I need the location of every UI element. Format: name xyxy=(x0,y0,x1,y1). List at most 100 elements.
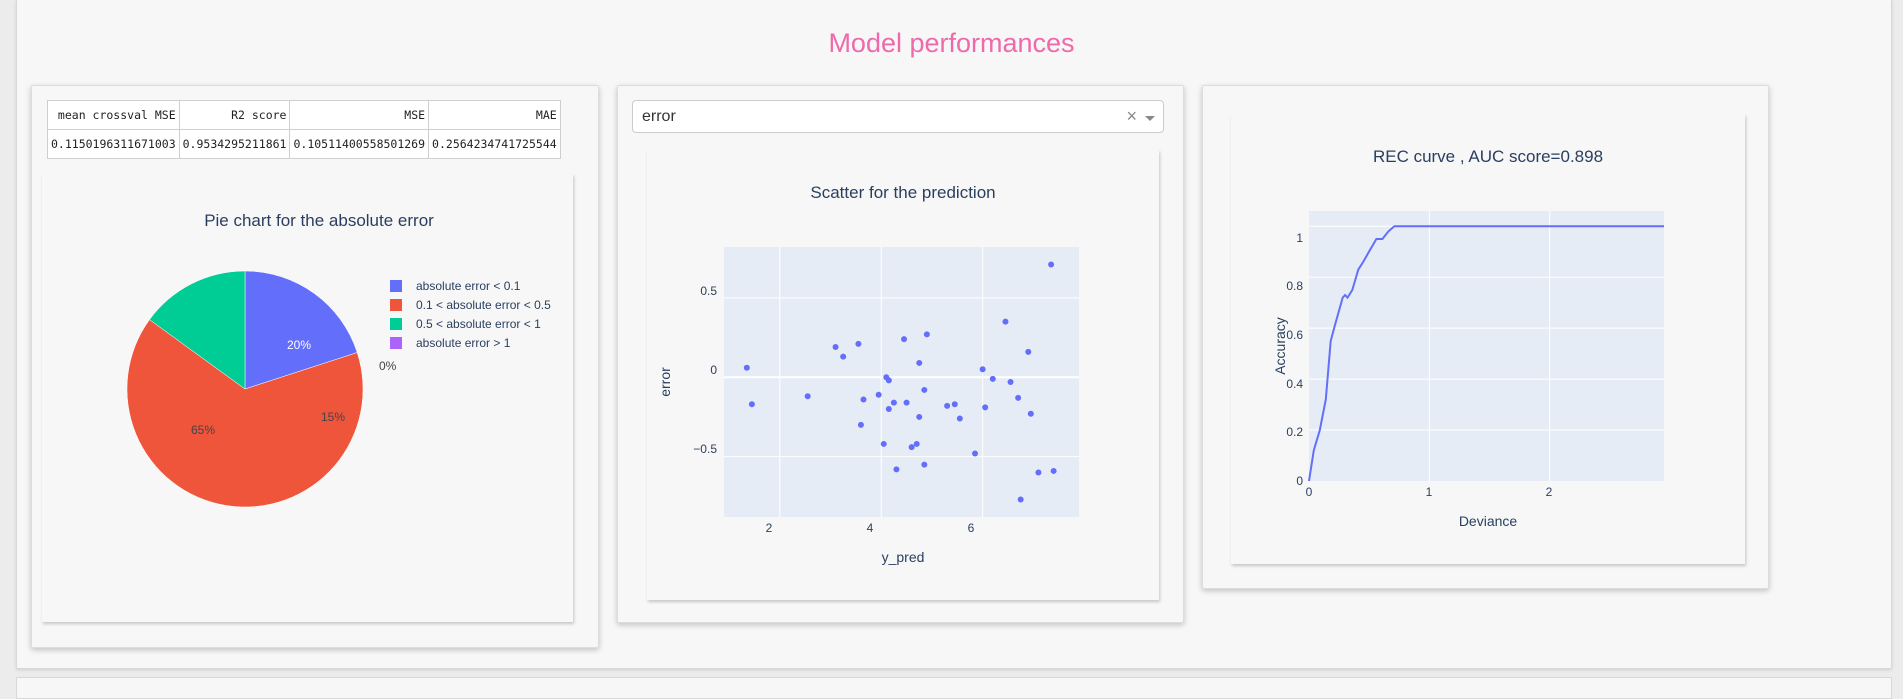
rec-plot-area xyxy=(1309,211,1664,481)
scatter-y-axis-title: error xyxy=(657,367,673,397)
legend-label-3: 0.5 < absolute error < 1 xyxy=(416,317,541,331)
chevron-down-icon[interactable] xyxy=(1145,116,1155,121)
dropdown-value: error xyxy=(642,108,676,125)
scatter-point[interactable] xyxy=(875,391,882,398)
cell-mae: 0.2564234741725544 xyxy=(428,129,561,159)
y-tick-label: 0.6 xyxy=(1286,328,1303,342)
scatter-point[interactable] xyxy=(860,396,867,403)
legend-swatch-3 xyxy=(390,318,402,330)
y-tick-label: 0.2 xyxy=(1286,425,1303,439)
metrics-table: mean crossval MSE R2 score MSE MAE 0.115… xyxy=(47,100,561,159)
page-title: Model performances xyxy=(828,28,1075,58)
scatter-point[interactable] xyxy=(982,404,989,411)
header-r2-score: R2 score xyxy=(178,100,291,130)
y-tick-label: 0 xyxy=(1296,474,1303,488)
y-tick-label: 0.8 xyxy=(1286,279,1303,293)
scatter-point[interactable] xyxy=(855,340,862,347)
scatter-point[interactable] xyxy=(1017,496,1024,503)
clear-icon[interactable]: × xyxy=(1126,106,1137,127)
scatter-point[interactable] xyxy=(1050,467,1057,474)
scatter-point[interactable] xyxy=(743,364,750,371)
y-tick-label: 0 xyxy=(710,363,717,377)
cell-r2-score: 0.9534295211861 xyxy=(178,129,291,159)
scatter-card: error × Scatter for the prediction 2 4 6… xyxy=(617,85,1184,623)
y-tick-label: 1 xyxy=(1296,231,1303,245)
scatter-point[interactable] xyxy=(890,399,897,406)
scatter-graph: Scatter for the prediction 2 4 6 0.5 0 −… xyxy=(647,150,1159,600)
rec-title: REC curve , AUC score=0.898 xyxy=(1373,147,1603,166)
slice-label-1: 20% xyxy=(287,338,311,352)
scatter-point[interactable] xyxy=(748,401,755,408)
variable-dropdown[interactable]: error × xyxy=(632,100,1164,133)
y-tick-label: 0.5 xyxy=(700,284,717,298)
scatter-point[interactable] xyxy=(913,440,920,447)
scatter-point[interactable] xyxy=(1002,318,1009,325)
scatter-point[interactable] xyxy=(979,366,986,373)
header-mae: MAE xyxy=(428,100,561,130)
cell-mean-crossval-mse: 0.1150196311671003 xyxy=(47,129,180,159)
rec-y-axis-title: Accuracy xyxy=(1272,317,1288,375)
pie-card: mean crossval MSE R2 score MSE MAE 0.115… xyxy=(31,85,599,648)
next-section-container xyxy=(16,677,1892,699)
x-tick-label: 2 xyxy=(766,521,773,535)
scatter-point[interactable] xyxy=(951,401,958,408)
scatter-point[interactable] xyxy=(885,377,892,384)
pie-legend[interactable]: absolute error < 0.1 0.1 < absolute erro… xyxy=(390,279,551,350)
pie-graph: Pie chart for the absolute error 20% 65%… xyxy=(42,174,573,622)
rec-card: REC curve , AUC score=0.898 0 1 2 0 0.2 … xyxy=(1202,85,1769,589)
scatter-x-axis-title: y_pred xyxy=(882,549,925,565)
scatter-point[interactable] xyxy=(908,444,915,451)
legend-label-4: absolute error > 1 xyxy=(416,336,511,350)
scatter-point[interactable] xyxy=(1025,348,1032,355)
slice-label-3: 15% xyxy=(321,410,345,424)
scatter-point[interactable] xyxy=(1048,261,1055,268)
scatter-point[interactable] xyxy=(944,402,951,409)
scatter-point[interactable] xyxy=(923,331,930,338)
legend-swatch-1 xyxy=(390,280,402,292)
pie-slices xyxy=(126,270,364,508)
scatter-point[interactable] xyxy=(989,375,996,382)
scatter-point[interactable] xyxy=(901,336,908,343)
rec-x-axis-title: Deviance xyxy=(1459,513,1518,529)
scatter-chart[interactable]: Scatter for the prediction 2 4 6 0.5 0 −… xyxy=(647,150,1159,600)
scatter-point[interactable] xyxy=(1007,379,1014,385)
scatter-point[interactable] xyxy=(956,415,963,422)
scatter-point[interactable] xyxy=(893,466,900,473)
header-mse: MSE xyxy=(289,100,430,130)
scatter-point[interactable] xyxy=(916,413,923,420)
cell-mse: 0.10511400558501269 xyxy=(289,129,430,159)
legend-swatch-4 xyxy=(390,337,402,349)
scatter-point[interactable] xyxy=(832,344,839,351)
rec-curve-chart[interactable]: REC curve , AUC score=0.898 0 1 2 0 0.2 … xyxy=(1231,114,1745,564)
scatter-point[interactable] xyxy=(916,359,923,366)
scatter-point[interactable] xyxy=(1035,469,1042,476)
pie-chart[interactable]: Pie chart for the absolute error 20% 65%… xyxy=(42,174,573,622)
scatter-point[interactable] xyxy=(1015,394,1022,401)
x-tick-label: 6 xyxy=(968,521,975,535)
x-tick-label: 4 xyxy=(867,521,874,535)
scatter-point[interactable] xyxy=(885,406,892,412)
scatter-point[interactable] xyxy=(880,440,887,447)
x-tick-label: 2 xyxy=(1546,485,1553,499)
legend-label-2: 0.1 < absolute error < 0.5 xyxy=(416,298,551,312)
scatter-point[interactable] xyxy=(804,393,811,400)
scatter-point[interactable] xyxy=(857,421,864,428)
scatter-point[interactable] xyxy=(840,353,847,360)
scatter-point[interactable] xyxy=(972,450,979,457)
legend-label-1: absolute error < 0.1 xyxy=(416,279,521,293)
header-mean-crossval-mse: mean crossval MSE xyxy=(47,100,180,130)
slice-label-4: 0% xyxy=(379,359,397,373)
scatter-point[interactable] xyxy=(1027,410,1034,417)
y-tick-label: −0.5 xyxy=(693,442,717,456)
pie-title: Pie chart for the absolute error xyxy=(204,211,434,230)
slice-label-2: 65% xyxy=(191,423,215,437)
scatter-title: Scatter for the prediction xyxy=(810,183,995,202)
x-tick-label: 0 xyxy=(1306,485,1313,499)
scatter-point[interactable] xyxy=(921,461,928,468)
metrics-header-row: mean crossval MSE R2 score MSE MAE xyxy=(47,100,561,130)
scatter-plot-area xyxy=(724,247,1079,517)
rec-graph: REC curve , AUC score=0.898 0 1 2 0 0.2 … xyxy=(1231,114,1745,564)
legend-swatch-2 xyxy=(390,299,402,311)
scatter-point[interactable] xyxy=(903,399,910,406)
scatter-point[interactable] xyxy=(921,386,928,393)
